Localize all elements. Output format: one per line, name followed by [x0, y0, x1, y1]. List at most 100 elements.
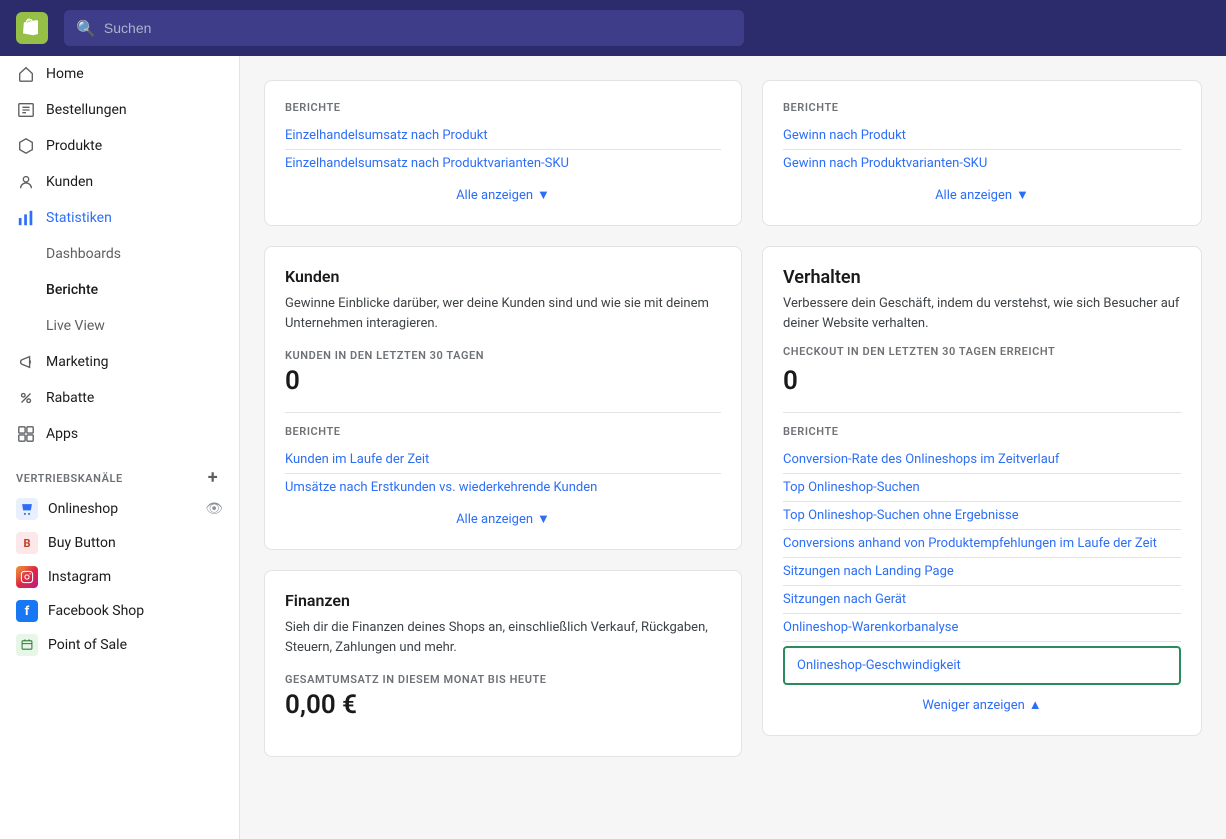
report-conversion-rate[interactable]: Conversion-Rate des Onlineshops im Zeitv… [783, 446, 1181, 474]
sidebar-channel-instagram[interactable]: Instagram [0, 560, 239, 594]
report-kunden-umsaetze[interactable]: Umsätze nach Erstkunden vs. wiederkehren… [285, 474, 721, 501]
facebook-label: Facebook Shop [48, 603, 144, 619]
buybutton-icon: B [16, 532, 38, 554]
sidebar-channel-buybutton[interactable]: B Buy Button [0, 526, 239, 560]
content-area: BERICHTE Einzelhandelsumsatz nach Produk… [240, 56, 1226, 839]
discounts-icon [16, 388, 36, 408]
checkout-label: CHECKOUT IN DEN LETZTEN 30 TAGEN ERREICH… [783, 345, 1181, 358]
report-kunden-zeit[interactable]: Kunden im Laufe der Zeit [285, 446, 721, 474]
shopify-logo [16, 12, 48, 44]
show-all-kunden[interactable]: Alle anzeigen ▼ [285, 501, 721, 529]
report-link-einzelhandel-sku[interactable]: Einzelhandelsumsatz nach Produktvariante… [285, 150, 721, 177]
sidebar-channel-onlineshop[interactable]: Onlineshop 👁 [0, 492, 239, 526]
chevron-up-icon: ▲ [1029, 697, 1042, 713]
orders-icon [16, 100, 36, 120]
berichte-label-left: BERICHTE [285, 101, 721, 114]
report-geschwindigkeit[interactable]: Onlineshop-Geschwindigkeit [783, 646, 1181, 685]
onlineshop-icon [16, 498, 38, 520]
berichte-label-right: BERICHTE [783, 101, 1181, 114]
show-all-right-top[interactable]: Alle anzeigen ▼ [783, 177, 1181, 205]
kunden-card: Kunden Gewinne Einblicke darüber, wer de… [264, 246, 742, 550]
finanzen-desc: Sieh dir die Finanzen deines Shops an, e… [285, 618, 721, 657]
sidebar-item-marketing-label: Marketing [46, 354, 109, 370]
instagram-icon [16, 566, 38, 588]
customers-icon [16, 172, 36, 192]
finanzen-card: Finanzen Sieh dir die Finanzen deines Sh… [264, 570, 742, 757]
show-less-verhalten[interactable]: Weniger anzeigen ▲ [783, 685, 1181, 715]
divider-kunden [285, 412, 721, 413]
sidebar-item-bestellungen-label: Bestellungen [46, 102, 127, 118]
checkout-value: 0 [783, 366, 1181, 396]
sidebar-item-bestellungen[interactable]: Bestellungen [0, 92, 239, 128]
sidebar: Home Bestellungen Produkte Kunden Statis [0, 56, 240, 839]
sidebar-item-statistiken[interactable]: Statistiken [0, 200, 239, 236]
vertriebskanaele-title: VERTRIEBSKANÄLE + [0, 452, 239, 492]
products-icon [16, 136, 36, 156]
chevron-down-icon-right: ▼ [1016, 187, 1029, 203]
topbar: 🔍 [0, 0, 1226, 56]
sidebar-item-produkte-label: Produkte [46, 138, 102, 154]
top-reports-card-right: BERICHTE Gewinn nach Produkt Gewinn nach… [762, 80, 1202, 226]
finanzen-total-label: GESAMTUMSATZ IN DIESEM MONAT BIS HEUTE [285, 673, 721, 686]
report-conversions-empfehlungen[interactable]: Conversions anhand von Produktempfehlung… [783, 530, 1181, 558]
finanzen-total-value: 0,00 € [285, 690, 721, 720]
sidebar-item-kunden[interactable]: Kunden [0, 164, 239, 200]
apps-icon [16, 424, 36, 444]
sidebar-item-apps-label: Apps [46, 426, 78, 442]
chevron-down-icon-kunden: ▼ [537, 511, 550, 527]
sidebar-sub-berichte[interactable]: Berichte [0, 272, 239, 308]
left-column: BERICHTE Einzelhandelsumsatz nach Produk… [264, 80, 742, 815]
kunden-value: 0 [285, 366, 721, 396]
add-channel-button[interactable]: + [203, 468, 223, 488]
search-icon: 🔍 [76, 19, 96, 38]
kunden-reports-label: BERICHTE [285, 425, 721, 438]
right-column: BERICHTE Gewinn nach Produkt Gewinn nach… [762, 80, 1202, 815]
pos-label: Point of Sale [48, 637, 127, 653]
finanzen-title: Finanzen [285, 591, 721, 610]
show-all-left-top[interactable]: Alle anzeigen ▼ [285, 177, 721, 205]
home-icon [16, 64, 36, 84]
instagram-label: Instagram [48, 569, 111, 585]
sidebar-item-apps[interactable]: Apps [0, 416, 239, 452]
sidebar-sub-dashboards[interactable]: Dashboards [0, 236, 239, 272]
report-sitzungen-geraet[interactable]: Sitzungen nach Gerät [783, 586, 1181, 614]
sidebar-item-home-label: Home [46, 66, 84, 82]
sidebar-item-marketing[interactable]: Marketing [0, 344, 239, 380]
sidebar-item-rabatte[interactable]: Rabatte [0, 380, 239, 416]
sidebar-item-produkte[interactable]: Produkte [0, 128, 239, 164]
stats-icon [16, 208, 36, 228]
main-layout: Home Bestellungen Produkte Kunden Statis [0, 56, 1226, 839]
verhalten-desc: Verbessere dein Geschäft, indem du verst… [783, 294, 1181, 333]
verhalten-reports-label: BERICHTE [783, 425, 1181, 438]
report-top-suchen[interactable]: Top Onlineshop-Suchen [783, 474, 1181, 502]
sidebar-item-rabatte-label: Rabatte [46, 390, 94, 406]
sidebar-channel-pos[interactable]: Point of Sale [0, 628, 239, 662]
search-bar[interactable]: 🔍 [64, 10, 744, 46]
marketing-icon [16, 352, 36, 372]
chevron-down-icon: ▼ [537, 187, 550, 203]
sidebar-item-statistiken-label: Statistiken [46, 210, 112, 226]
pos-icon [16, 634, 38, 656]
sidebar-sub-liveview[interactable]: Live View [0, 308, 239, 344]
kunden-title: Kunden [285, 267, 721, 286]
verhalten-title: Verhalten [783, 267, 1181, 288]
top-reports-card-left: BERICHTE Einzelhandelsumsatz nach Produk… [264, 80, 742, 226]
report-link-einzelhandel-produkt[interactable]: Einzelhandelsumsatz nach Produkt [285, 122, 721, 150]
facebook-icon: f [16, 600, 38, 622]
divider-verhalten [783, 412, 1181, 413]
report-sitzungen-landing[interactable]: Sitzungen nach Landing Page [783, 558, 1181, 586]
search-input[interactable] [104, 20, 732, 36]
buybutton-label: Buy Button [48, 535, 116, 551]
kunden-section-label: KUNDEN IN DEN LETZTEN 30 TAGEN [285, 349, 721, 362]
kunden-desc: Gewinne Einblicke darüber, wer deine Kun… [285, 294, 721, 333]
onlineshop-label: Onlineshop [48, 501, 118, 517]
report-top-suchen-ohne[interactable]: Top Onlineshop-Suchen ohne Ergebnisse [783, 502, 1181, 530]
verhalten-card: Verhalten Verbessere dein Geschäft, inde… [762, 246, 1202, 736]
report-gewinn-sku[interactable]: Gewinn nach Produktvarianten-SKU [783, 150, 1181, 177]
report-gewinn-produkt[interactable]: Gewinn nach Produkt [783, 122, 1181, 150]
sidebar-channel-facebook[interactable]: f Facebook Shop [0, 594, 239, 628]
sidebar-item-home[interactable]: Home [0, 56, 239, 92]
report-warenkorbanalyse[interactable]: Onlineshop-Warenkorbanalyse [783, 614, 1181, 642]
eye-icon: 👁 [205, 501, 223, 517]
sidebar-item-kunden-label: Kunden [46, 174, 93, 190]
